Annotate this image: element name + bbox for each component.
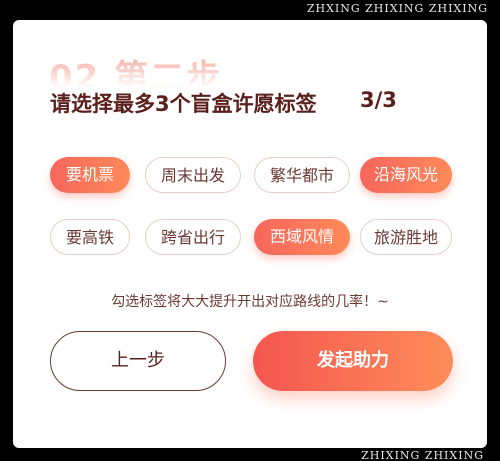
start-boost-button[interactable]: 发起助力 (253, 331, 453, 391)
watermark-bottom: ZHIXING ZHIXING (361, 449, 484, 461)
tag-cross-province[interactable]: 跨省出行 (145, 219, 241, 255)
prev-step-button[interactable]: 上一步 (50, 331, 226, 391)
tag-western-region[interactable]: 西域风情 (254, 219, 350, 255)
tag-tourist-spot[interactable]: 旅游胜地 (360, 219, 452, 255)
watermark-bar: ZHIXING ZHIXING (0, 448, 500, 461)
tag-metropolis[interactable]: 繁华都市 (254, 157, 350, 193)
tag-selection-card: 02 第二步 请选择最多3个盲盒许愿标签 3/3 要机票 周末出发 繁华都市 沿… (13, 20, 487, 448)
tag-fly[interactable]: 要机票 (50, 157, 130, 193)
hint-text: 勾选标签将大大提升开出对应路线的几率！~ (111, 294, 389, 310)
selection-counter: 3/3 (360, 88, 397, 112)
tag-coastal[interactable]: 沿海风光 (360, 157, 452, 193)
tag-high-speed-rail[interactable]: 要高铁 (50, 219, 130, 255)
page-title: 请选择最多3个盲盒许愿标签 (50, 92, 317, 116)
watermark-top: ZHXING ZHIXING ZHIXING (0, 0, 500, 20)
tag-weekend[interactable]: 周末出发 (145, 157, 241, 193)
